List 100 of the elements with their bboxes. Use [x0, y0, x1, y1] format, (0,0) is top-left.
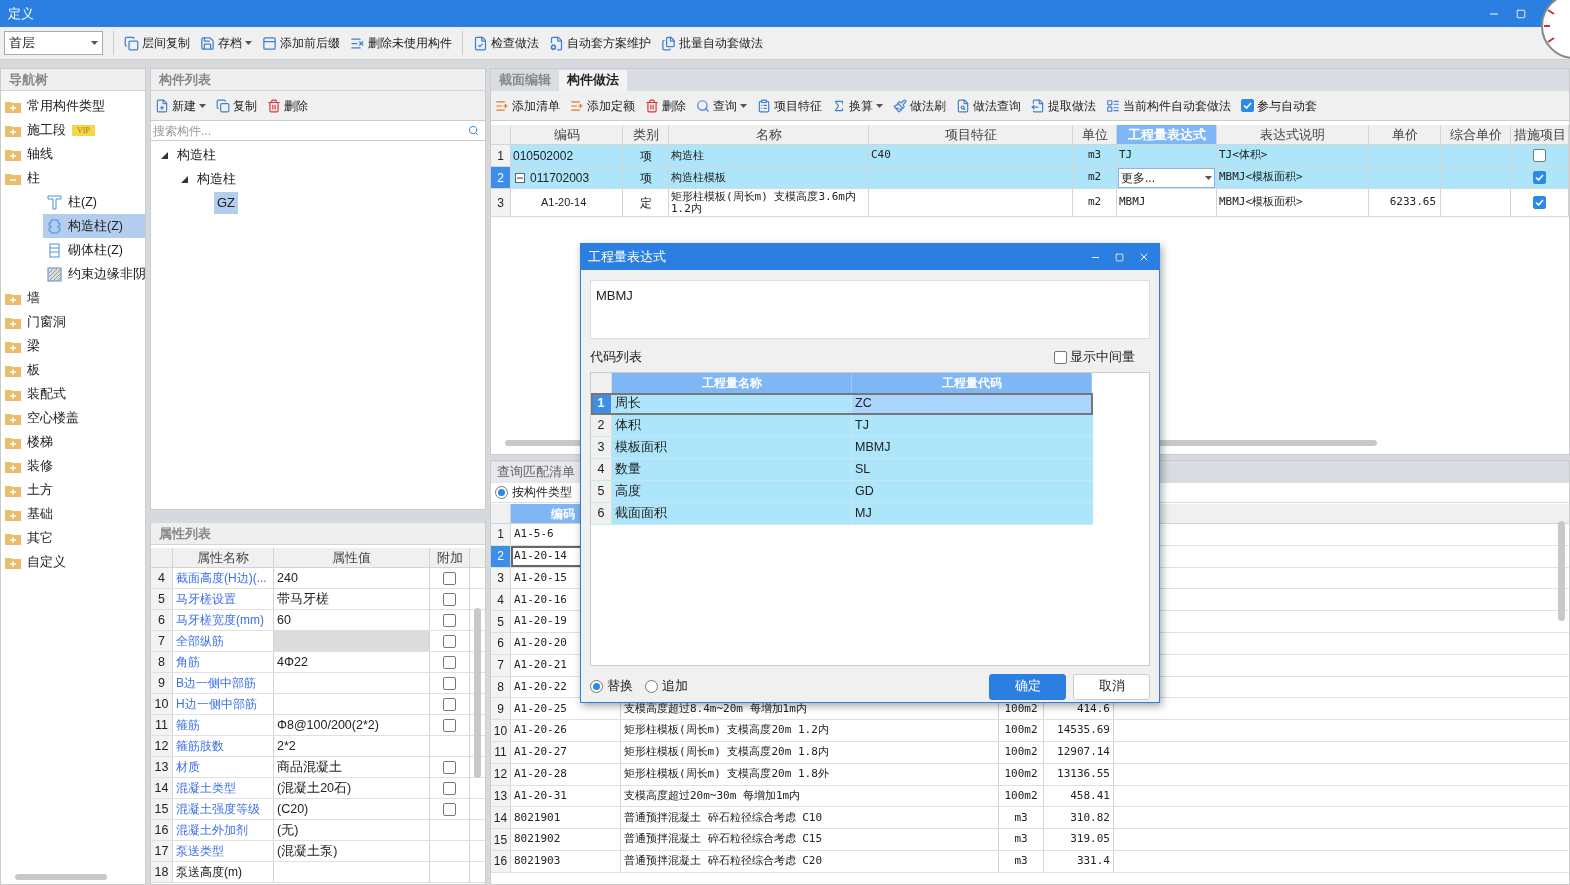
table-cell[interactable]: 周长: [612, 393, 852, 414]
scrollbar[interactable]: [1558, 521, 1565, 621]
property-value[interactable]: (C20): [274, 799, 430, 819]
nav-item[interactable]: 轴线: [1, 142, 145, 166]
property-value[interactable]: 60: [274, 610, 430, 630]
property-value[interactable]: 商品混凝土: [274, 757, 430, 777]
toolbar-button[interactable]: 做法查询: [956, 96, 1021, 115]
table-cell[interactable]: 高度: [612, 481, 852, 502]
toolbar-button[interactable]: 新建: [155, 96, 206, 115]
nav-item[interactable]: 装配式: [1, 382, 145, 406]
table-cell[interactable]: GD: [852, 481, 1093, 502]
property-value[interactable]: 2*2: [274, 736, 430, 756]
table-cell[interactable]: MJ: [852, 503, 1093, 524]
ok-button[interactable]: 确定: [989, 673, 1066, 700]
toolbar-button[interactable]: 删除: [267, 96, 308, 115]
nav-item[interactable]: 空心楼盖: [1, 406, 145, 430]
toolbar-button[interactable]: 做法刷: [893, 96, 946, 115]
maximize-icon[interactable]: [1516, 8, 1526, 19]
checkbox[interactable]: [443, 718, 456, 732]
nav-item[interactable]: 柱: [1, 166, 145, 190]
checkbox[interactable]: [1054, 350, 1067, 364]
search-icon[interactable]: [468, 125, 479, 136]
checkbox[interactable]: [443, 697, 456, 711]
table-cell[interactable]: 截面面积: [612, 503, 852, 524]
nav-item[interactable]: 装修: [1, 454, 145, 478]
radio-button[interactable]: [495, 486, 508, 499]
toolbar-button[interactable]: 添加定额: [570, 96, 635, 115]
property-value[interactable]: (混凝土20石): [274, 778, 430, 798]
table-cell[interactable]: 数量: [612, 459, 852, 480]
nav-item[interactable]: 其它: [1, 526, 145, 550]
nav-item[interactable]: 柱(Z): [43, 190, 145, 214]
toolbar-button[interactable]: 复制: [216, 96, 257, 115]
expression-field[interactable]: MBMJ: [590, 280, 1150, 339]
checkbox[interactable]: [443, 760, 456, 774]
toolbar-button[interactable]: 删除未使用构件: [350, 31, 452, 55]
floor-select[interactable]: 首层: [4, 31, 103, 55]
checkbox[interactable]: [443, 613, 456, 627]
toolbar-button[interactable]: 项目特征: [757, 96, 822, 115]
toolbar-button[interactable]: 换算: [832, 96, 883, 115]
toolbar-button[interactable]: 当前构件自动套做法: [1106, 96, 1231, 115]
tree-item[interactable]: 构造柱: [174, 144, 219, 166]
checkbox[interactable]: [443, 571, 456, 585]
expression-dropdown[interactable]: 更多...: [1118, 167, 1215, 188]
table-cell[interactable]: ZC: [852, 393, 1093, 414]
nav-item[interactable]: 自定义: [1, 550, 145, 574]
expand-arrow-icon[interactable]: [161, 151, 168, 159]
tab[interactable]: 构件做法: [559, 70, 627, 91]
maximize-icon[interactable]: [1115, 252, 1124, 262]
gauge-icon[interactable]: [1538, 0, 1570, 60]
scrollbar[interactable]: [474, 608, 481, 778]
nav-item[interactable]: 施工段 VIP: [1, 118, 145, 142]
nav-item[interactable]: 基础: [1, 502, 145, 526]
nav-item[interactable]: 土方: [1, 478, 145, 502]
close-icon[interactable]: [1138, 251, 1150, 263]
nav-item[interactable]: 门窗洞: [1, 310, 145, 334]
nav-item[interactable]: 楼梯: [1, 430, 145, 454]
radio-button[interactable]: [590, 680, 603, 693]
tab[interactable]: 查询匹配清单: [491, 462, 581, 483]
toolbar-button[interactable]: 批量自动套做法: [661, 31, 763, 55]
toolbar-button[interactable]: 检查做法: [473, 31, 539, 55]
toolbar-button[interactable]: 层间复制: [124, 31, 190, 55]
toolbar-button[interactable]: 提取做法: [1031, 96, 1096, 115]
checkbox[interactable]: [1533, 196, 1546, 209]
cancel-button[interactable]: 取消: [1073, 673, 1150, 700]
checkbox[interactable]: [443, 781, 456, 795]
property-value[interactable]: 240: [274, 568, 430, 588]
tree-item[interactable]: 构造柱: [194, 168, 239, 190]
nav-item[interactable]: 梁: [1, 334, 145, 358]
toolbar-button[interactable]: 删除: [645, 96, 686, 115]
property-value[interactable]: 带马牙槎: [274, 589, 430, 609]
table-cell[interactable]: MBMJ: [852, 437, 1093, 458]
nav-item[interactable]: 墙: [1, 286, 145, 310]
checkbox[interactable]: [443, 676, 456, 690]
table-cell[interactable]: TJ: [852, 415, 1093, 436]
property-value[interactable]: (无): [274, 820, 430, 840]
property-value[interactable]: (混凝土泵): [274, 841, 430, 861]
radio-button[interactable]: [645, 680, 658, 693]
expand-arrow-icon[interactable]: [181, 175, 188, 183]
nav-item[interactable]: 常用构件类型: [1, 94, 145, 118]
checkbox[interactable]: [443, 655, 456, 669]
toolbar-button[interactable]: 查询: [696, 96, 747, 115]
property-value[interactable]: Φ8@100/200(2*2): [274, 715, 430, 735]
checkbox[interactable]: [1533, 149, 1546, 162]
nav-item[interactable]: 板: [1, 358, 145, 382]
nav-item[interactable]: 约束边缘非阴: [43, 262, 145, 286]
toolbar-button[interactable]: 添加清单: [495, 96, 560, 115]
collapse-icon[interactable]: [515, 172, 525, 183]
table-cell[interactable]: 模板面积: [612, 437, 852, 458]
checkbox[interactable]: [443, 802, 456, 816]
table-cell[interactable]: 体积: [612, 415, 852, 436]
toolbar-button[interactable]: 添加前后缀: [262, 31, 340, 55]
table-cell[interactable]: SL: [852, 459, 1093, 480]
search-field[interactable]: 搜索构件...: [153, 121, 468, 140]
toolbar-button[interactable]: 存档: [200, 31, 252, 55]
property-value[interactable]: 4Φ22: [274, 652, 430, 672]
checkbox[interactable]: [443, 592, 456, 606]
nav-item[interactable]: 构造柱(Z): [43, 214, 145, 238]
checkbox[interactable]: [1533, 171, 1546, 184]
checkbox[interactable]: [1241, 99, 1254, 112]
tree-item[interactable]: GZ: [214, 192, 239, 214]
